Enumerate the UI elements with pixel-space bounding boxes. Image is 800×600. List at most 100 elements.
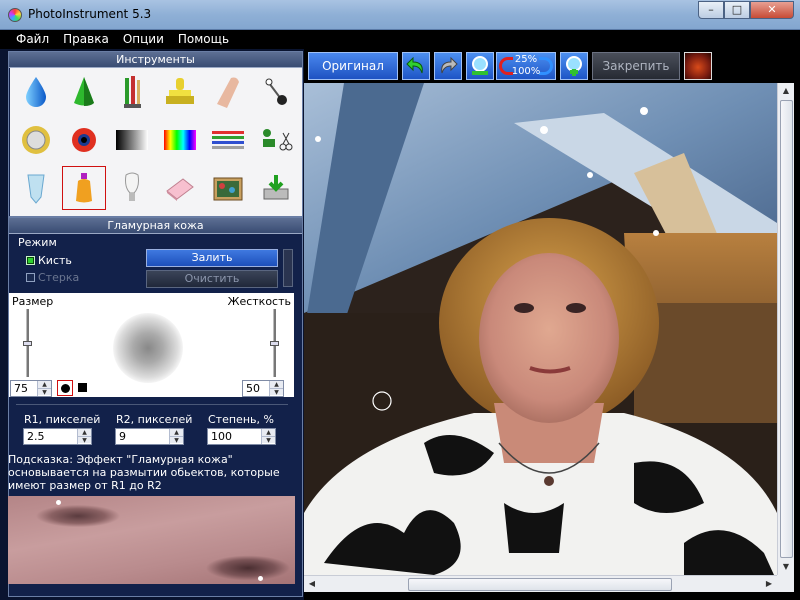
- mode-label: Режим: [18, 236, 57, 249]
- image-canvas[interactable]: [304, 83, 777, 575]
- size-spinner[interactable]: 75 ▲ ▼: [10, 380, 52, 397]
- right-border: [794, 83, 800, 600]
- title-bar: PhotoInstrument 5.3 – □ ✕: [0, 0, 800, 30]
- brush-label: Кисть: [38, 254, 72, 267]
- brush-settings-box: Размер Жесткость 75 ▲ ▼ 50 ▲ ▼: [9, 293, 294, 397]
- brush-checkbox[interactable]: [26, 256, 35, 265]
- degree-spinner[interactable]: 100 ▲ ▼: [207, 428, 276, 445]
- bottom-border: [304, 592, 800, 600]
- scroll-up-icon[interactable]: ▲: [778, 83, 794, 99]
- scroll-down-icon[interactable]: ▼: [778, 559, 794, 575]
- finger-icon[interactable]: [206, 70, 250, 114]
- r2-up-icon[interactable]: ▲: [170, 429, 183, 436]
- zoom-out-button[interactable]: [466, 52, 494, 80]
- zoom-bottom-value: 100%: [511, 66, 541, 77]
- zoom-toggle-button[interactable]: 25% 100%: [496, 52, 556, 80]
- scissors-icon[interactable]: [254, 118, 298, 162]
- zoom-out-icon: [472, 56, 488, 75]
- vertical-scrollbar[interactable]: ▲ ▼: [777, 83, 794, 575]
- r1-label: R1, пикселей: [24, 413, 101, 426]
- degree-down-icon[interactable]: ▼: [262, 436, 275, 444]
- redo-button[interactable]: [434, 52, 462, 80]
- scroll-corner: [777, 575, 794, 592]
- size-label: Размер: [12, 295, 54, 308]
- image-thumbnail-button[interactable]: [684, 52, 712, 80]
- menu-options[interactable]: Опции: [123, 30, 164, 49]
- menu-edit[interactable]: Правка: [63, 30, 109, 49]
- hardness-spinner[interactable]: 50 ▲ ▼: [242, 380, 284, 397]
- scroll-left-icon[interactable]: ◀: [304, 576, 320, 592]
- divider: [16, 404, 288, 405]
- size-down-icon[interactable]: ▼: [38, 388, 51, 396]
- r1-up-icon[interactable]: ▲: [78, 429, 91, 436]
- cone-icon[interactable]: [62, 70, 106, 114]
- zoom-in-button[interactable]: [560, 52, 588, 80]
- spectrum-icon[interactable]: [158, 118, 202, 162]
- tools-grid: [10, 68, 302, 216]
- effect-preview: [8, 496, 295, 584]
- fill-button[interactable]: Залить: [146, 249, 278, 267]
- window-controls: – □ ✕: [698, 1, 794, 19]
- eye-icon[interactable]: [62, 118, 106, 162]
- r2-spinner[interactable]: 9 ▲ ▼: [115, 428, 184, 445]
- glam-panel-title: Гламурная кожа: [9, 218, 302, 234]
- drop-icon[interactable]: [14, 70, 58, 114]
- original-button[interactable]: Оригинал: [308, 52, 398, 80]
- horizontal-scroll-thumb[interactable]: [408, 578, 672, 591]
- redo-icon: [441, 57, 458, 74]
- brush-preview: [113, 313, 183, 383]
- menu-file[interactable]: Файл: [16, 30, 49, 49]
- r1-spinner[interactable]: 2.5 ▲ ▼: [23, 428, 92, 445]
- gradient-icon[interactable]: [110, 118, 154, 162]
- hardness-slider[interactable]: [270, 309, 279, 377]
- undo-icon: [406, 57, 423, 74]
- bulb-icon[interactable]: [110, 166, 154, 210]
- r1-down-icon[interactable]: ▼: [78, 436, 91, 444]
- save-icon[interactable]: [254, 166, 298, 210]
- zoom-in-icon: [566, 56, 582, 76]
- hardness-slider-thumb[interactable]: [270, 341, 279, 346]
- bottle-icon[interactable]: [62, 166, 106, 210]
- minimize-button[interactable]: –: [698, 1, 724, 19]
- brushes-icon[interactable]: [110, 70, 154, 114]
- tube-icon[interactable]: [14, 166, 58, 210]
- square-brush-icon[interactable]: [78, 383, 87, 392]
- size-slider-thumb[interactable]: [23, 341, 32, 346]
- image-toolbar: Оригинал 25% 100% Закрепить: [304, 49, 800, 83]
- pin-icon[interactable]: [254, 70, 298, 114]
- vertical-scroll-thumb[interactable]: [780, 100, 793, 558]
- round-brush-icon: [60, 383, 70, 393]
- eraser-checkbox[interactable]: [26, 273, 35, 282]
- horizontal-scrollbar[interactable]: ◀ ▶: [304, 575, 777, 592]
- sun-shield-icon[interactable]: [14, 118, 58, 162]
- menu-help[interactable]: Помощь: [178, 30, 229, 49]
- app-icon: [8, 8, 22, 22]
- stamp-icon[interactable]: [158, 70, 202, 114]
- degree-up-icon[interactable]: ▲: [262, 429, 275, 436]
- mini-scrollbar[interactable]: [283, 249, 293, 287]
- maximize-button[interactable]: □: [724, 1, 750, 19]
- round-brush-button[interactable]: [57, 380, 73, 396]
- hardness-up-icon[interactable]: ▲: [270, 381, 283, 388]
- zoom-top-value: 25%: [514, 54, 538, 65]
- hint-text: Подсказка: Эффект "Гламурная кожа" основ…: [8, 453, 280, 492]
- tv-icon[interactable]: [206, 166, 250, 210]
- undo-button[interactable]: [402, 52, 430, 80]
- scroll-right-icon[interactable]: ▶: [761, 576, 777, 592]
- r2-label: R2, пикселей: [116, 413, 193, 426]
- degree-label: Степень, %: [208, 413, 274, 426]
- window-title: PhotoInstrument 5.3: [28, 7, 152, 21]
- left-panel: Инструменты Гламурная кожа Режим Кисть С…: [0, 49, 304, 600]
- size-slider[interactable]: [23, 309, 32, 377]
- clear-button[interactable]: Очистить: [146, 270, 278, 288]
- r2-down-icon[interactable]: ▼: [170, 436, 183, 444]
- fix-button[interactable]: Закрепить: [592, 52, 680, 80]
- size-up-icon[interactable]: ▲: [38, 381, 51, 388]
- lines-icon[interactable]: [206, 118, 250, 162]
- eraser-icon[interactable]: [158, 166, 202, 210]
- close-button[interactable]: ✕: [750, 1, 794, 19]
- menu-bar: Файл Правка Опции Помощь: [0, 30, 800, 49]
- tools-panel-title: Инструменты: [9, 52, 302, 68]
- hardness-label: Жесткость: [227, 295, 291, 308]
- hardness-down-icon[interactable]: ▼: [270, 388, 283, 396]
